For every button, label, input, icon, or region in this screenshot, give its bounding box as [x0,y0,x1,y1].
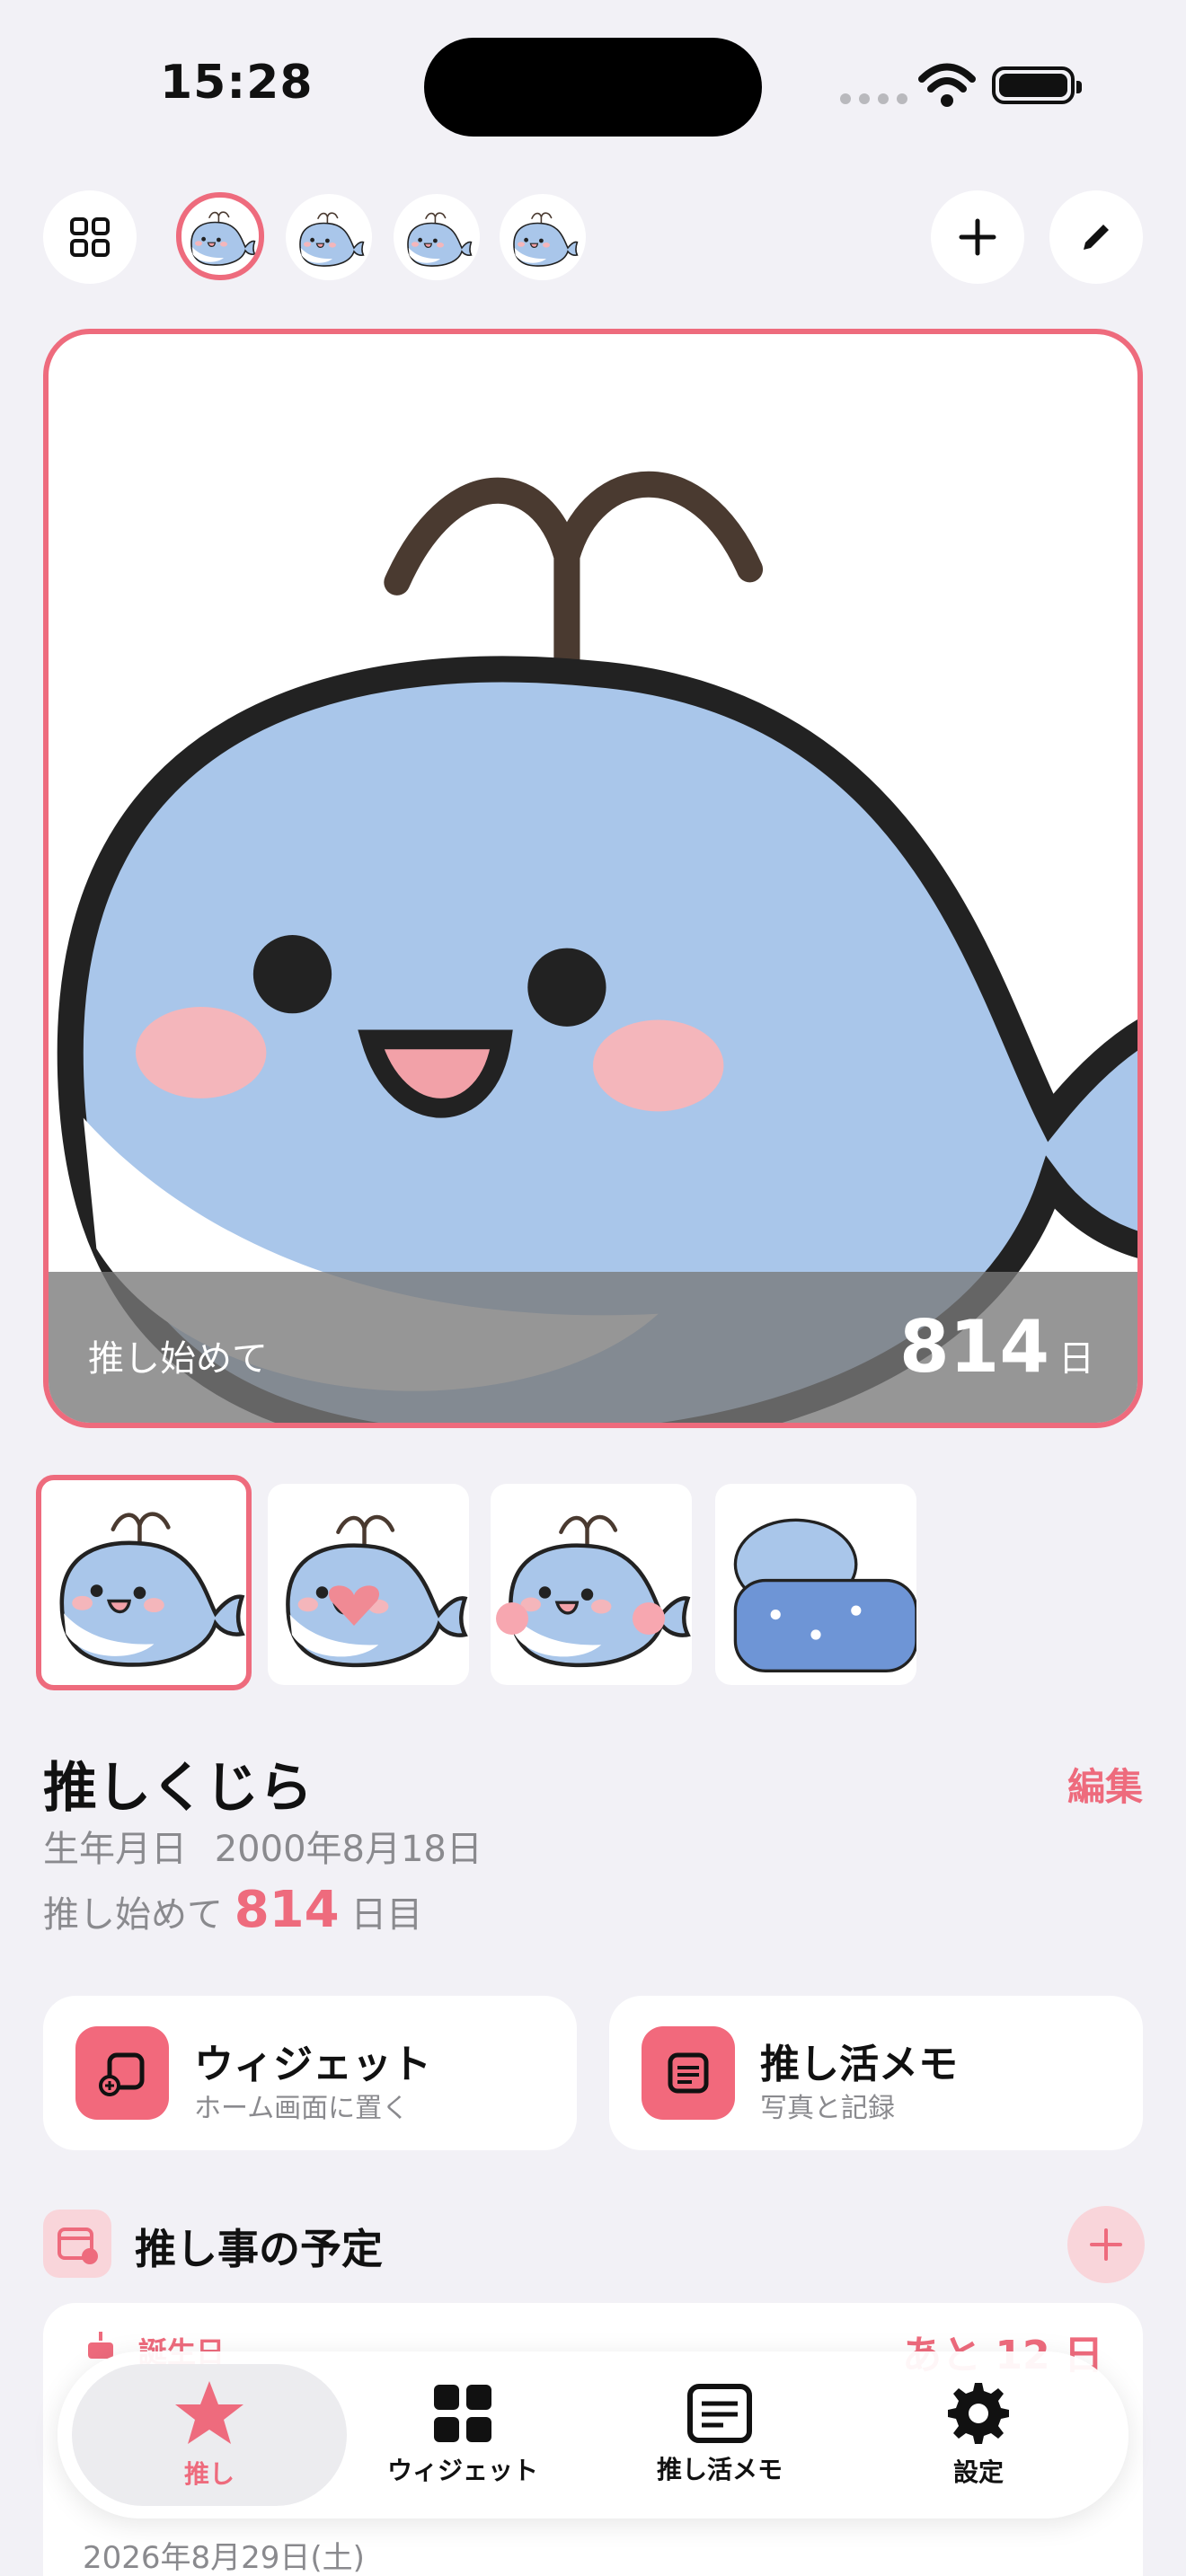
overlay-day-count: 814 [899,1305,1049,1389]
tab-memo[interactable]: 推し活メモ [589,2351,850,2519]
widget-card-subtitle: ホーム画面に置く [194,2093,410,2124]
cellular-signal-icon [840,93,907,104]
oshi-avatar-1[interactable] [176,192,264,280]
memo-card-subtitle: 写真と記録 [760,2093,895,2124]
whale-avatar-image [401,201,473,273]
widget-card[interactable]: ウィジェット ホーム画面に置く [43,1996,577,2150]
pencil-icon [1084,225,1109,250]
tab-settings[interactable]: 設定 [848,2351,1109,2519]
tab-label: 推し活メモ [656,2455,783,2484]
birthday-value: 2000年8月18日 [214,1829,482,1870]
memo-icon [642,2026,735,2120]
whale-avatar-image [184,200,256,272]
photo-thumbnail-1[interactable] [36,1475,252,1690]
grid-view-button[interactable] [43,190,137,284]
tab-label: 設定 [952,2457,1004,2487]
tab-label: ウィジェット [386,2456,538,2485]
edit-button[interactable] [1049,190,1143,284]
photo-thumbnail-4[interactable] [715,1484,916,1685]
oshi-avatar-4[interactable] [500,194,586,280]
tab-widget[interactable]: ウィジェット [332,2351,593,2519]
star-icon [175,2381,243,2444]
whale-heart-thumbnail-image [268,1484,469,1685]
oshi-name: 推しくじら [43,1757,313,1820]
birthday-label: 生年月日 [43,1829,187,1870]
whale-main-image [49,334,1137,1423]
tab-bar: 推し ウィジェット 推し活メモ 設定 [58,2351,1128,2519]
sleeping-whale-thumbnail-image [733,1518,916,1672]
battery-icon [992,66,1082,104]
event-date: 2026年8月29日(土) [83,2540,365,2576]
oshi-avatar-2[interactable] [286,194,372,280]
schedule-title: 推し事の予定 [135,2225,383,2273]
tab-label: 推し [183,2459,235,2489]
photo-thumbnail-2[interactable] [268,1484,469,1685]
oshi-avatar-3[interactable] [394,194,480,280]
whale-thumbnail-image [41,1480,246,1685]
widget-card-title: ウィジェット [194,2042,431,2087]
oshi-main-photo-card[interactable]: 推し始めて 814 日 [43,329,1143,1428]
dynamic-island [424,38,762,137]
days-since-row: 推し始めて 814 日目 [43,1881,422,1939]
wifi-icon [918,63,976,107]
days-since-unit: 日目 [350,1894,423,1936]
whale-avatar-image [507,201,579,273]
plus-icon [1090,2228,1122,2261]
birthday-row: 生年月日 2000年8月18日 [43,1820,482,1872]
days-since-label: 推し始めて [43,1894,223,1936]
memo-icon [687,2384,752,2443]
memo-card[interactable]: 推し活メモ 写真と記録 [609,1996,1143,2150]
whale-avatar-image [293,201,365,273]
overlay-unit: 日 [1058,1338,1094,1380]
calendar-icon [43,2210,111,2278]
widgets-icon [434,2385,491,2442]
add-button[interactable] [931,190,1024,284]
add-schedule-button[interactable] [1067,2206,1145,2283]
status-time: 15:28 [160,56,314,110]
grid-icon [70,217,110,257]
whale-pompom-thumbnail-image [496,1484,692,1685]
photo-thumbnail-3[interactable] [491,1484,692,1685]
tab-oshi[interactable]: 推し [72,2364,347,2506]
days-since-count: 814 [234,1881,340,1939]
plus-icon [959,218,996,256]
widget-add-icon [75,2026,169,2120]
memo-card-title: 推し活メモ [760,2042,958,2087]
gear-icon [948,2383,1009,2444]
edit-profile-link[interactable]: 編集 [1067,1757,1143,1812]
days-overlay: 推し始めて 814 日 [49,1272,1137,1423]
overlay-label: 推し始めて [88,1338,268,1380]
